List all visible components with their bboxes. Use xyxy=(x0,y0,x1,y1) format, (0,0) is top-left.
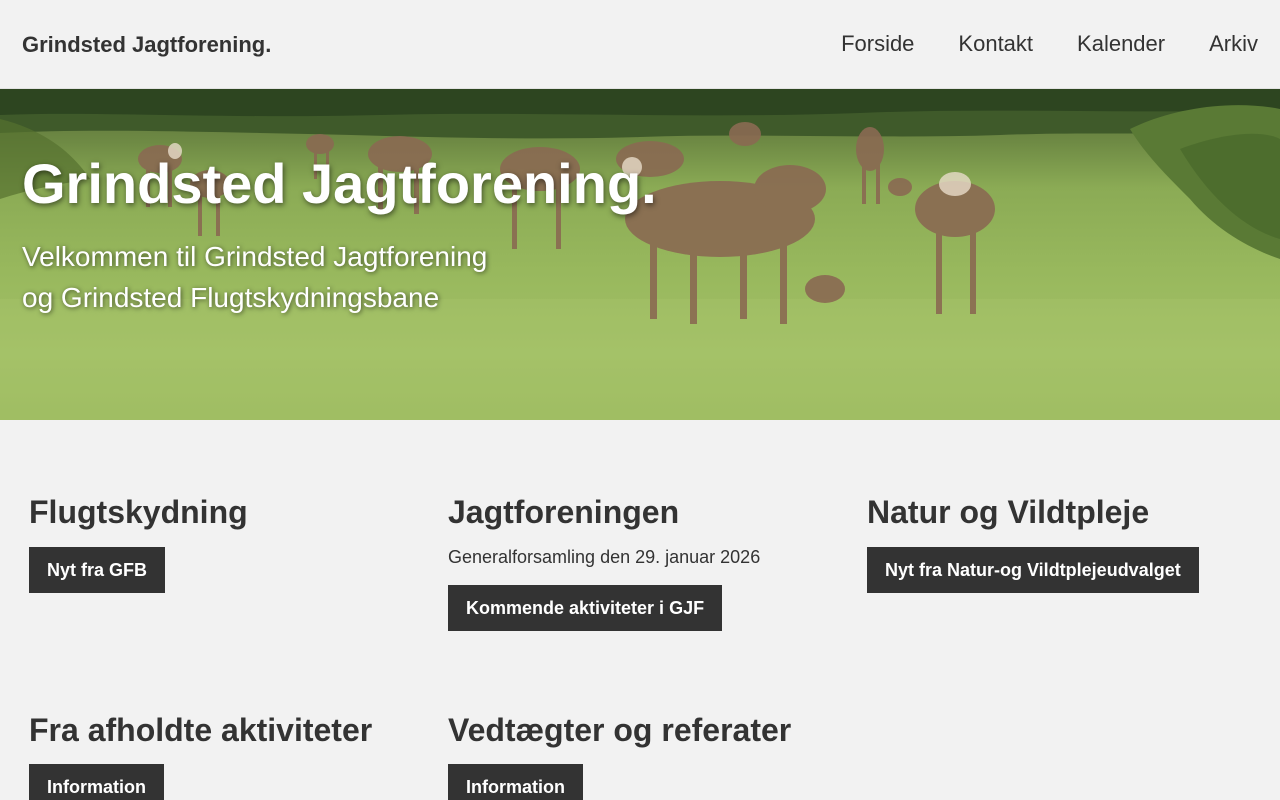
section-title: Jagtforeningen xyxy=(448,494,680,530)
hero-subtitle-line-1: Velkommen til Grindsted Jagtforening xyxy=(22,241,488,272)
nyt-fra-natur-button[interactable]: Nyt fra Natur-og Vildtplejeudvalget xyxy=(867,547,1199,593)
section-text: Generalforsamling den 29. januar 2026 xyxy=(448,547,761,567)
section-title: Fra afholdte aktiviteter xyxy=(29,712,373,748)
nyt-fra-gfb-button[interactable]: Nyt fra GFB xyxy=(29,547,166,593)
nav-item-kalender[interactable]: Kalender xyxy=(1077,31,1165,57)
hero-subtitle-line-2: og Grindsted Flugtskydningsbane xyxy=(22,282,440,313)
section-title: Flugtskydning xyxy=(29,494,248,530)
section-jagtforeningen: Jagtforeningen Generalforsamling den 29.… xyxy=(448,494,848,631)
section-title: Natur og Vildtpleje xyxy=(867,494,1150,530)
hero-title: Grindsted Jagtforening. xyxy=(22,152,657,215)
nav-item-arkiv[interactable]: Arkiv xyxy=(1209,31,1258,57)
section-afholdte-aktiviteter: Fra afholdte aktiviteter Information xyxy=(29,712,429,800)
information-button[interactable]: Information xyxy=(29,764,164,800)
site-brand-link[interactable]: Grindsted Jagtforening. xyxy=(22,32,271,58)
section-vedtaegter-og-referater: Vedtægter og referater Information xyxy=(448,712,848,800)
top-bar: Grindsted Jagtforening. Forside Kontakt … xyxy=(0,0,1280,89)
section-title: Vedtægter og referater xyxy=(448,712,792,748)
hero-banner: Grindsted Jagtforening. Velkommen til Gr… xyxy=(0,89,1280,420)
information-button[interactable]: Information xyxy=(448,764,583,800)
main-nav: Forside Kontakt Kalender Arkiv xyxy=(797,31,1258,57)
hero-subtitle: Velkommen til Grindsted Jagtforening og … xyxy=(22,236,487,318)
section-flugtskydning: Flugtskydning Nyt fra GFB xyxy=(29,494,429,593)
section-natur-og-vildtpleje: Natur og Vildtpleje Nyt fra Natur-og Vil… xyxy=(867,494,1267,593)
kommende-aktiviteter-button[interactable]: Kommende aktiviteter i GJF xyxy=(448,585,723,631)
nav-item-forside[interactable]: Forside xyxy=(841,31,914,57)
nav-item-kontakt[interactable]: Kontakt xyxy=(958,31,1033,57)
